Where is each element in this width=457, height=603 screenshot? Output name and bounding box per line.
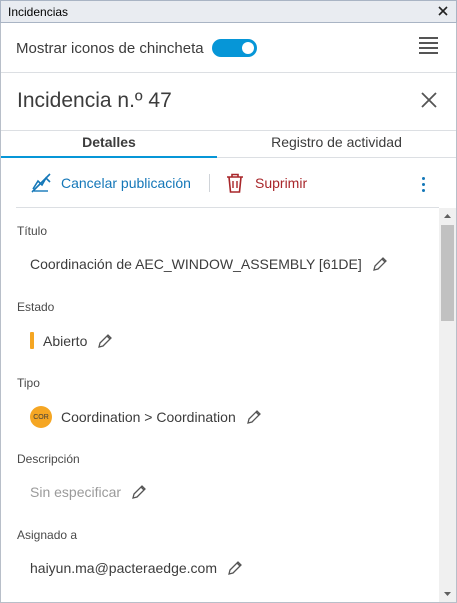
tab-details[interactable]: Detalles bbox=[1, 132, 217, 159]
title-field-label: Título bbox=[17, 224, 48, 238]
scroll-up-arrow-icon[interactable] bbox=[439, 208, 456, 225]
toggle-knob bbox=[241, 42, 254, 54]
close-icon[interactable] bbox=[421, 92, 437, 108]
title-field: Coordinación de AEC_WINDOW_ASSEMBLY [61D… bbox=[30, 256, 388, 272]
pin-icons-toggle[interactable] bbox=[211, 39, 257, 57]
tab-activity-log[interactable]: Registro de actividad bbox=[217, 132, 456, 159]
unpublish-label: Cancelar publicación bbox=[61, 175, 191, 191]
header-divider bbox=[1, 72, 456, 73]
assignee-field: haiyun.ma@pacteraedge.com bbox=[30, 560, 243, 576]
hamburger-menu-icon[interactable] bbox=[419, 37, 438, 54]
type-value: Coordination > Coordination bbox=[61, 409, 236, 425]
description-field-label: Descripción bbox=[17, 452, 80, 466]
pin-icons-label: Mostrar iconos de chincheta bbox=[16, 39, 204, 57]
delete-button[interactable]: Suprimir bbox=[224, 172, 307, 194]
unpublish-icon bbox=[31, 173, 51, 193]
type-field: COR Coordination > Coordination bbox=[30, 406, 262, 428]
more-options-icon[interactable] bbox=[420, 177, 426, 195]
issue-title: Incidencia n.º 47 bbox=[17, 89, 172, 112]
tabs-top-divider bbox=[1, 130, 456, 131]
window-title: Incidencias bbox=[8, 5, 69, 19]
actions-divider bbox=[209, 174, 210, 192]
vertical-scrollbar[interactable] bbox=[439, 208, 456, 602]
assignee-field-label: Asignado a bbox=[17, 528, 78, 542]
assignee-value: haiyun.ma@pacteraedge.com bbox=[30, 560, 217, 576]
edit-description-pencil-icon[interactable] bbox=[131, 484, 147, 500]
trash-icon bbox=[227, 173, 243, 193]
delete-label: Suprimir bbox=[255, 175, 308, 191]
description-value: Sin especificar bbox=[30, 484, 122, 500]
title-value: Coordinación de AEC_WINDOW_ASSEMBLY [61D… bbox=[30, 256, 362, 272]
active-tab-indicator bbox=[1, 156, 217, 158]
window-titlebar: Incidencias bbox=[0, 0, 457, 23]
edit-title-pencil-icon[interactable] bbox=[372, 256, 388, 272]
pin-icons-row: Mostrar iconos de chincheta bbox=[16, 38, 257, 58]
status-field-label: Estado bbox=[17, 300, 55, 314]
edit-assignee-pencil-icon[interactable] bbox=[227, 560, 243, 576]
edit-type-pencil-icon[interactable] bbox=[246, 409, 262, 425]
edit-status-pencil-icon[interactable] bbox=[97, 333, 113, 349]
status-color-bar bbox=[30, 332, 34, 349]
status-field: Abierto bbox=[30, 332, 113, 349]
description-field: Sin especificar bbox=[30, 484, 147, 500]
unpublish-button[interactable]: Cancelar publicación bbox=[30, 172, 191, 194]
type-badge: COR bbox=[30, 406, 52, 428]
status-value: Abierto bbox=[43, 332, 88, 349]
scrollbar-thumb[interactable] bbox=[441, 225, 454, 321]
type-field-label: Tipo bbox=[17, 376, 40, 390]
window-close-icon[interactable] bbox=[435, 2, 451, 20]
scroll-down-arrow-icon[interactable] bbox=[439, 585, 456, 602]
details-panel: Título Coordinación de AEC_WINDOW_ASSEMB… bbox=[1, 208, 439, 602]
